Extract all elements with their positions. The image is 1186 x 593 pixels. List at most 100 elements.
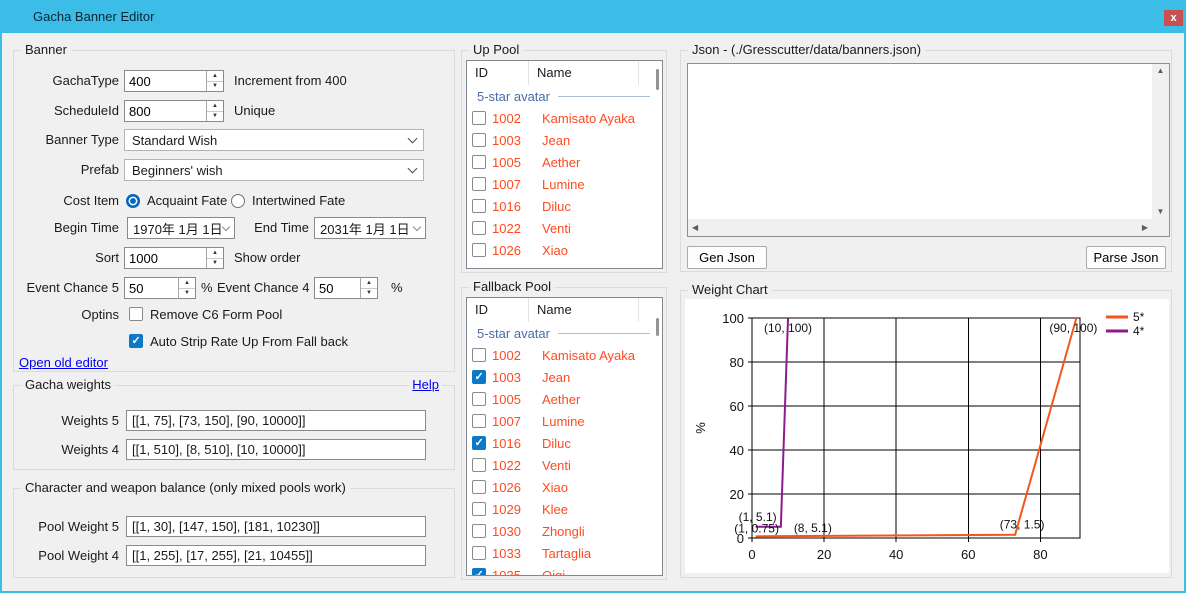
gachatype-input[interactable]	[125, 71, 206, 91]
prefab-row: Prefab Beginners' wish	[14, 159, 454, 181]
spin-down-icon[interactable]: ▼	[207, 82, 223, 92]
item-checkbox[interactable]	[472, 458, 486, 472]
list-item-1005[interactable]: 1005Aether	[467, 388, 662, 410]
spin-down-icon[interactable]: ▼	[207, 259, 223, 269]
event-chance-4-input[interactable]	[315, 278, 360, 298]
item-checkbox[interactable]	[472, 524, 486, 538]
item-checkbox[interactable]	[472, 133, 486, 147]
item-checkbox[interactable]	[472, 199, 486, 213]
gen-json-button[interactable]: Gen Json	[687, 246, 767, 269]
spin-down-icon[interactable]: ▼	[361, 289, 377, 299]
weights-5-input[interactable]	[126, 410, 426, 431]
pool-weight-5-input[interactable]	[126, 516, 426, 537]
item-name: Lumine	[542, 414, 585, 429]
acquaint-fate-radio[interactable]	[126, 194, 140, 208]
list-item-1033[interactable]: 1033Tartaglia	[467, 542, 662, 564]
up-pool-list[interactable]: IDName5-star avatar1002Kamisato Ayaka100…	[466, 60, 663, 269]
json-content[interactable]	[688, 64, 1152, 219]
json-vertical-scrollbar[interactable]: ▲ ▼	[1152, 64, 1169, 219]
spin-down-icon[interactable]: ▼	[179, 289, 195, 299]
item-checkbox[interactable]	[472, 546, 486, 560]
list-item-1002[interactable]: 1002Kamisato Ayaka	[467, 344, 662, 366]
end-time-picker[interactable]: 2031年 1月 1日	[314, 217, 426, 239]
column-header-name[interactable]: Name	[529, 61, 639, 85]
parse-json-button[interactable]: Parse Json	[1086, 246, 1166, 269]
list-item-1005[interactable]: 1005Aether	[467, 151, 662, 173]
event-chance-5-input[interactable]	[125, 278, 178, 298]
prefab-select[interactable]: Beginners' wish	[124, 159, 424, 181]
item-checkbox[interactable]	[472, 348, 486, 362]
weights-4-input[interactable]	[126, 439, 426, 460]
item-checkbox[interactable]	[472, 221, 486, 235]
item-checkbox[interactable]	[472, 414, 486, 428]
pool-weight-4-input[interactable]	[126, 545, 426, 566]
auto-strip-checkbox[interactable]	[129, 334, 143, 348]
column-header-id[interactable]: ID	[467, 61, 529, 85]
scroll-right-icon[interactable]: ▶	[1142, 224, 1148, 232]
item-id: 1007	[492, 177, 536, 192]
column-header-id[interactable]: ID	[467, 298, 529, 322]
list-item-1007[interactable]: 1007Lumine	[467, 173, 662, 195]
scroll-up-icon[interactable]: ▲	[1157, 67, 1165, 75]
json-horizontal-scrollbar[interactable]: ◀ ▶	[688, 219, 1152, 236]
list-item-1026[interactable]: 1026Xiao	[467, 239, 662, 261]
list-item-1030[interactable]: 1030Zhongli	[467, 520, 662, 542]
list-item-1016[interactable]: 1016Diluc	[467, 195, 662, 217]
svg-text:80: 80	[1033, 547, 1047, 562]
scheduleid-hint: Unique	[234, 100, 275, 122]
close-button[interactable]: x	[1164, 10, 1183, 26]
remove-c6-checkbox[interactable]	[129, 307, 143, 321]
event-chance-row: Event Chance 5 ▲▼ % Event Chance 4 ▲▼ %	[14, 277, 454, 299]
titlebar[interactable]: Gacha Banner Editor x	[0, 0, 1186, 33]
scheduleid-input[interactable]	[125, 101, 206, 121]
item-checkbox[interactable]	[472, 155, 486, 169]
spin-down-icon[interactable]: ▼	[207, 112, 223, 122]
item-name: Klee	[542, 502, 568, 517]
item-checkbox[interactable]	[472, 370, 486, 384]
json-textarea[interactable]: ▲ ▼ ◀ ▶	[687, 63, 1170, 237]
scrollbar-thumb[interactable]	[656, 69, 659, 90]
list-item-1003[interactable]: 1003Jean	[467, 129, 662, 151]
list-item-1002[interactable]: 1002Kamisato Ayaka	[467, 107, 662, 129]
banner-type-select[interactable]: Standard Wish	[124, 129, 424, 151]
item-checkbox[interactable]	[472, 392, 486, 406]
spin-up-icon[interactable]: ▲	[207, 248, 223, 259]
svg-text:(90, 100): (90, 100)	[1049, 321, 1097, 335]
item-checkbox[interactable]	[472, 436, 486, 450]
list-item-1022[interactable]: 1022Venti	[467, 217, 662, 239]
scroll-down-icon[interactable]: ▼	[1157, 208, 1165, 216]
scroll-left-icon[interactable]: ◀	[692, 224, 698, 232]
fallback-pool-list[interactable]: IDName5-star avatar1002Kamisato Ayaka100…	[466, 297, 663, 576]
item-checkbox[interactable]	[472, 480, 486, 494]
banner-type-value: Standard Wish	[132, 133, 217, 148]
help-link[interactable]: Help	[409, 377, 442, 393]
spin-up-icon[interactable]: ▲	[207, 101, 223, 112]
list-item-1026[interactable]: 1026Xiao	[467, 476, 662, 498]
svg-text:4*: 4*	[1133, 324, 1145, 338]
intertwined-fate-radio[interactable]	[231, 194, 245, 208]
list-item-1035[interactable]: 1035Qiqi	[467, 564, 662, 576]
open-old-editor-link[interactable]: Open old editor	[19, 355, 108, 371]
spin-up-icon[interactable]: ▲	[361, 278, 377, 289]
banner-group-title: Banner	[21, 42, 71, 58]
spin-up-icon[interactable]: ▲	[179, 278, 195, 289]
item-checkbox[interactable]	[472, 111, 486, 125]
item-checkbox[interactable]	[472, 502, 486, 516]
svg-text:%: %	[693, 422, 708, 434]
optins-row-2: Auto Strip Rate Up From Fall back	[14, 331, 454, 352]
column-header-name[interactable]: Name	[529, 298, 639, 322]
list-item-1016[interactable]: 1016Diluc	[467, 432, 662, 454]
chevron-down-icon	[408, 134, 418, 144]
list-item-1003[interactable]: 1003Jean	[467, 366, 662, 388]
list-item-1029[interactable]: 1029Klee	[467, 498, 662, 520]
event-chance-4-spinner: ▲▼	[314, 277, 378, 299]
event-chance-4-unit: %	[391, 277, 403, 299]
item-checkbox[interactable]	[472, 177, 486, 191]
item-checkbox[interactable]	[472, 568, 486, 576]
list-item-1022[interactable]: 1022Venti	[467, 454, 662, 476]
sort-input[interactable]	[125, 248, 206, 268]
list-item-1007[interactable]: 1007Lumine	[467, 410, 662, 432]
item-checkbox[interactable]	[472, 243, 486, 257]
spin-up-icon[interactable]: ▲	[207, 71, 223, 82]
scrollbar-thumb[interactable]	[656, 318, 659, 336]
